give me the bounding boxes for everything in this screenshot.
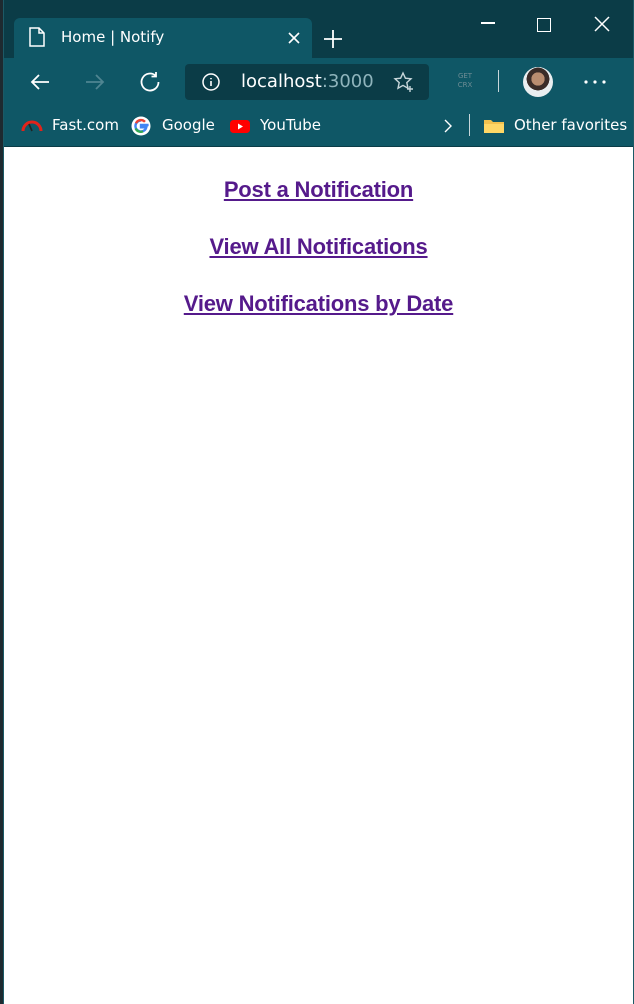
toolbar: localhost:3000 GET CRX [4, 58, 633, 106]
close-tab-icon[interactable] [286, 30, 302, 46]
page-content: Post a Notification View All Notificatio… [4, 147, 633, 1004]
tab-title: Home | Notify [61, 28, 165, 46]
favorite-label: Google [162, 116, 215, 134]
get-crx-extension-icon[interactable]: GET CRX [454, 72, 476, 90]
profile-avatar[interactable] [523, 67, 553, 97]
more-options-icon[interactable] [584, 80, 606, 84]
post-notification-link[interactable]: Post a Notification [4, 175, 633, 232]
google-icon [131, 116, 151, 136]
url-port: :3000 [321, 71, 374, 92]
new-tab-icon[interactable] [322, 28, 344, 50]
favorites-divider [469, 114, 470, 136]
close-window-icon[interactable] [594, 16, 610, 32]
maximize-icon[interactable] [537, 18, 551, 32]
favorites-bar: Fast.com Google YouTube Other favorites [4, 106, 633, 147]
address-bar[interactable]: localhost:3000 [185, 64, 429, 100]
favorite-label: Fast.com [52, 116, 119, 134]
chevron-right-icon[interactable] [441, 116, 455, 136]
gauge-icon [21, 120, 43, 132]
toolbar-divider [498, 70, 499, 92]
view-notifications-by-date-link[interactable]: View Notifications by Date [4, 289, 633, 346]
youtube-icon [230, 120, 250, 133]
back-icon[interactable] [28, 70, 52, 94]
page-icon [29, 27, 45, 47]
url-text: localhost:3000 [241, 71, 374, 92]
refresh-icon[interactable] [138, 70, 162, 94]
browser-window: Home | Notify localhost:3000 GET CRX Fas… [3, 0, 634, 1004]
minimize-icon[interactable] [481, 22, 495, 24]
info-icon[interactable] [201, 72, 221, 92]
view-all-notifications-link[interactable]: View All Notifications [4, 232, 633, 289]
other-favorites-label: Other favorites [514, 116, 628, 134]
nav-links: Post a Notification View All Notificatio… [4, 175, 633, 346]
favorite-label: YouTube [260, 116, 321, 134]
folder-icon [484, 120, 504, 133]
forward-icon[interactable] [83, 70, 107, 94]
favorite-star-icon[interactable] [393, 71, 415, 93]
active-tab[interactable]: Home | Notify [14, 18, 312, 58]
url-host: localhost [241, 71, 322, 92]
title-bar: Home | Notify [4, 0, 633, 58]
